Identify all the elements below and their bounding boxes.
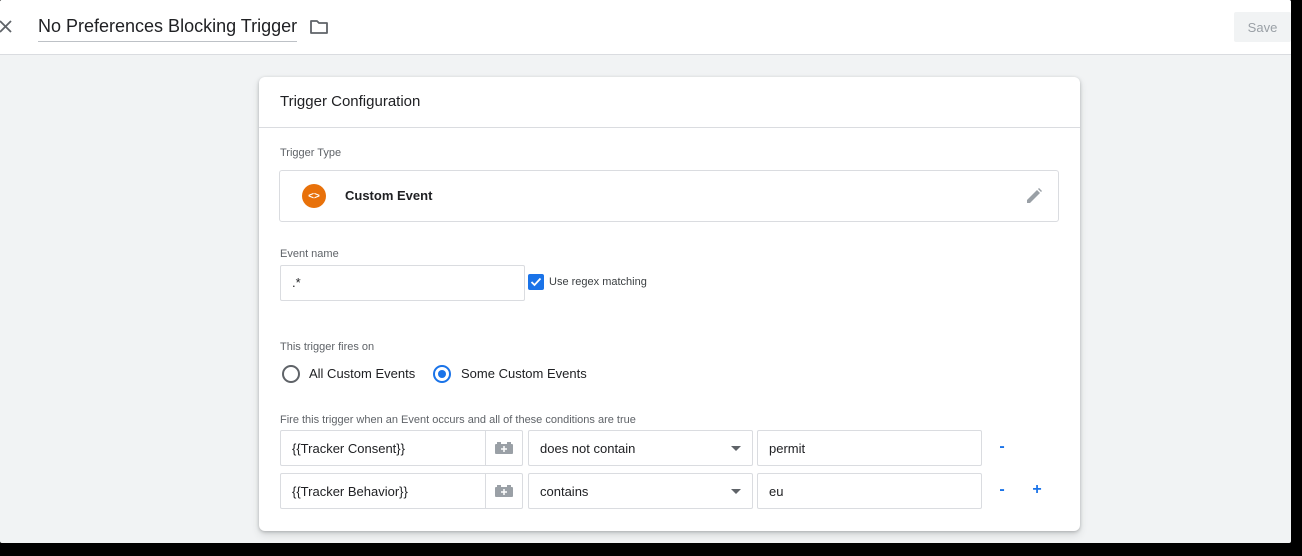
use-regex-label: Use regex matching: [549, 276, 647, 288]
radio-some-custom-events[interactable]: [433, 365, 451, 383]
radio-label-all-custom-events: All Custom Events: [309, 366, 416, 381]
condition-variable-value: {{Tracker Consent}}: [292, 441, 405, 456]
edit-pencil-icon[interactable]: [1024, 186, 1044, 206]
card-title: Trigger Configuration: [259, 77, 1080, 128]
condition-operator-select[interactable]: contains: [528, 473, 753, 509]
variable-picker-icon[interactable]: [485, 474, 522, 508]
trigger-type-value: Custom Event: [345, 188, 433, 203]
checkmark-icon: [530, 277, 542, 287]
condition-value-text: permit: [769, 441, 806, 456]
condition-variable-value: {{Tracker Behavior}}: [292, 484, 408, 499]
use-regex-checkbox[interactable]: [528, 274, 544, 290]
fires-on-label: This trigger fires on: [280, 341, 375, 353]
dropdown-caret-icon: [731, 489, 741, 494]
trigger-name-title[interactable]: No Preferences Blocking Trigger: [38, 15, 298, 42]
condition-operator-value: does not contain: [540, 441, 636, 456]
condition-variable-select[interactable]: {{Tracker Consent}}: [280, 430, 523, 466]
condition-value-input[interactable]: eu: [757, 473, 982, 509]
trigger-type-selector[interactable]: <> Custom Event: [279, 170, 1059, 222]
top-bar: No Preferences Blocking Trigger Save: [0, 0, 1291, 55]
close-icon[interactable]: [0, 16, 14, 38]
condition-value-text: eu: [769, 484, 784, 499]
add-condition-button[interactable]: +: [1030, 482, 1044, 498]
folder-icon[interactable]: [309, 17, 329, 37]
radio-all-custom-events[interactable]: [282, 365, 300, 383]
condition-operator-value: contains: [540, 484, 589, 499]
app-window: No Preferences Blocking Trigger Save Tri…: [0, 0, 1291, 543]
condition-variable-select[interactable]: {{Tracker Behavior}}: [280, 473, 523, 509]
variable-picker-icon[interactable]: [485, 431, 522, 465]
trigger-configuration-card: Trigger Configuration Trigger Type <> Cu…: [259, 77, 1080, 531]
remove-condition-button[interactable]: -: [995, 482, 1009, 498]
conditions-label: Fire this trigger when an Event occurs a…: [280, 414, 636, 426]
event-name-input[interactable]: .*: [280, 265, 525, 301]
dropdown-caret-icon: [731, 446, 741, 451]
event-name-label: Event name: [280, 248, 339, 260]
custom-event-icon: <>: [302, 184, 326, 208]
radio-label-some-custom-events: Some Custom Events: [461, 366, 587, 381]
remove-condition-button[interactable]: -: [995, 439, 1009, 455]
condition-operator-select[interactable]: does not contain: [528, 430, 753, 466]
save-button[interactable]: Save: [1234, 12, 1291, 42]
trigger-type-label: Trigger Type: [280, 147, 342, 159]
condition-value-input[interactable]: permit: [757, 430, 982, 466]
